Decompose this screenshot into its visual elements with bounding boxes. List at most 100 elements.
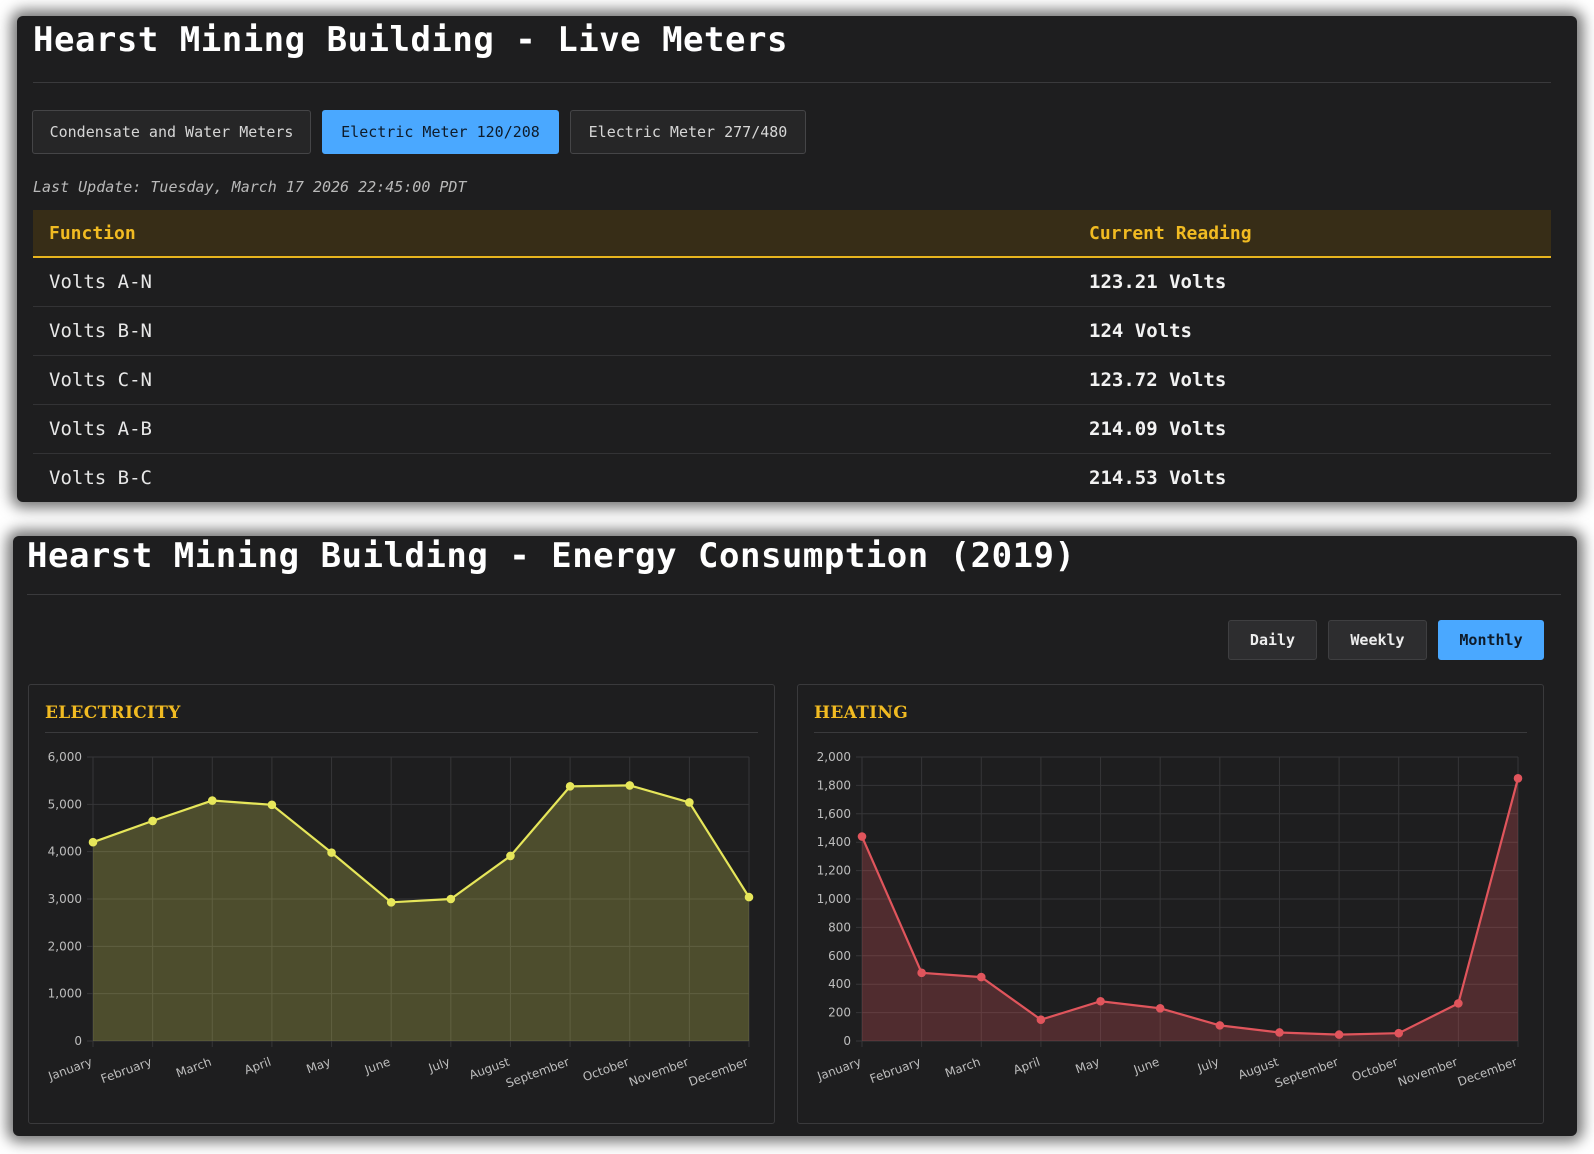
- y-tick-label: 4,000: [48, 845, 82, 859]
- data-point: [1275, 1028, 1284, 1037]
- data-point: [857, 832, 867, 841]
- table-row: Volts A-B 214.09 Volts: [33, 405, 1551, 454]
- data-point: [1036, 1015, 1046, 1025]
- data-point: [1394, 1028, 1404, 1038]
- data-point: [88, 837, 98, 847]
- data-point: [506, 851, 515, 861]
- data-point: [565, 782, 575, 791]
- heating-chart-card: HEATING 0 200 400 600 800 1,000 1,200 1,400 1,60…: [797, 684, 1544, 1124]
- y-tick-label: 6,000: [48, 750, 82, 764]
- x-tick-label: December: [1456, 1055, 1519, 1089]
- energy-consumption-panel: Hearst Mining Building - Energy Consumpt…: [13, 536, 1577, 1136]
- title-divider: [27, 594, 1561, 595]
- reading-cell: 214.09 Volts: [1089, 418, 1227, 440]
- y-tick-label: 600: [828, 949, 851, 963]
- tab-condensate-water-meters[interactable]: Condensate and Water Meters: [32, 110, 311, 154]
- x-tick-label: June: [362, 1055, 392, 1077]
- data-point: [446, 894, 456, 904]
- x-tick-label: May: [304, 1055, 332, 1077]
- x-tick-label: July: [1195, 1055, 1221, 1076]
- data-point: [207, 796, 217, 805]
- last-update-text: Last Update: Tuesday, March 17 2026 22:4…: [33, 178, 467, 196]
- reading-cell: 214.53 Volts: [1089, 467, 1227, 489]
- x-tick-label: September: [504, 1055, 571, 1091]
- title-divider: [33, 82, 1551, 83]
- data-point: [625, 781, 635, 790]
- y-tick-label: 2,000: [48, 939, 82, 953]
- y-tick-label: 1,000: [48, 987, 82, 1001]
- y-tick-label: 200: [828, 1006, 851, 1020]
- x-tick-label: October: [1350, 1055, 1400, 1085]
- y-tick-label: 5,000: [48, 797, 82, 811]
- table-row: Volts B-C 214.53 Volts: [33, 454, 1551, 502]
- live-meters-panel: Hearst Mining Building - Live Meters Con…: [17, 16, 1577, 502]
- x-tick-label: January: [46, 1055, 94, 1084]
- data-point: [1334, 1030, 1344, 1039]
- data-point: [685, 798, 694, 807]
- y-tick-label: 2,000: [817, 750, 851, 764]
- function-cell: Volts B-C: [49, 467, 152, 489]
- series-area: [93, 785, 749, 1041]
- data-point: [327, 848, 336, 857]
- x-tick-label: December: [687, 1055, 750, 1089]
- y-tick-label: 0: [843, 1034, 851, 1048]
- x-tick-label: March: [174, 1055, 213, 1081]
- electricity-chart: 0 1,000 2,000 3,000 4,000 5,000 6,000 January Fe…: [46, 750, 754, 1091]
- y-tick-label: 400: [828, 977, 851, 991]
- data-point: [267, 800, 277, 810]
- x-tick-label: October: [581, 1055, 631, 1085]
- reading-cell: 123.21 Volts: [1089, 271, 1227, 293]
- period-weekly-button[interactable]: Weekly: [1328, 620, 1427, 660]
- x-tick-label: July: [426, 1055, 452, 1076]
- y-tick-label: 1,000: [817, 892, 851, 906]
- y-tick-label: 1,800: [817, 778, 851, 792]
- series-area: [862, 778, 1518, 1041]
- header-function: Function: [49, 222, 136, 244]
- y-tick-label: 800: [828, 920, 851, 934]
- x-tick-label: January: [815, 1055, 863, 1084]
- table-row: Volts A-N 123.21 Volts: [33, 258, 1551, 307]
- x-tick-label: April: [1011, 1055, 1042, 1078]
- reading-cell: 124 Volts: [1089, 320, 1192, 342]
- header-current-reading: Current Reading: [1089, 222, 1252, 244]
- data-point: [1215, 1021, 1225, 1030]
- data-point: [1454, 999, 1463, 1008]
- table-header: Function Current Reading: [33, 210, 1551, 258]
- y-tick-label: 3,000: [48, 892, 82, 906]
- meter-readings-table: Function Current Reading Volts A-N 123.2…: [33, 210, 1551, 502]
- data-point: [1513, 774, 1523, 783]
- x-tick-label: May: [1073, 1055, 1101, 1077]
- data-point: [148, 816, 157, 826]
- tab-electric-meter-277-480[interactable]: Electric Meter 277/480: [570, 110, 806, 154]
- electricity-chart-card: ELECTRICITY 0 1,000 2,000 3,000 4,000 5,000 6,…: [28, 684, 775, 1124]
- live-meters-title: Hearst Mining Building - Live Meters: [33, 20, 788, 60]
- y-tick-label: 1,400: [817, 835, 851, 849]
- x-tick-label: March: [943, 1055, 982, 1081]
- function-cell: Volts B-N: [49, 320, 152, 342]
- table-row: Volts B-N 124 Volts: [33, 307, 1551, 356]
- tab-electric-meter-120-208[interactable]: Electric Meter 120/208: [322, 110, 559, 154]
- x-tick-label: April: [242, 1055, 273, 1078]
- y-tick-label: 0: [74, 1034, 82, 1048]
- x-tick-label: September: [1273, 1055, 1340, 1091]
- x-tick-label: June: [1131, 1055, 1161, 1077]
- data-point: [1155, 1004, 1165, 1013]
- heating-chart: 0 200 400 600 800 1,000 1,200 1,400 1,600 1,800 2,…: [815, 750, 1523, 1091]
- data-point: [744, 892, 754, 902]
- function-cell: Volts A-N: [49, 271, 152, 293]
- period-daily-button[interactable]: Daily: [1228, 620, 1317, 660]
- y-tick-label: 1,600: [817, 807, 851, 821]
- data-point: [976, 972, 986, 982]
- period-monthly-button[interactable]: Monthly: [1438, 620, 1544, 660]
- function-cell: Volts A-B: [49, 418, 152, 440]
- data-point: [386, 898, 396, 907]
- x-tick-label: February: [99, 1055, 154, 1086]
- data-point: [917, 968, 926, 978]
- table-row: Volts C-N 123.72 Volts: [33, 356, 1551, 405]
- y-tick-label: 1,200: [817, 864, 851, 878]
- x-tick-label: February: [868, 1055, 923, 1086]
- reading-cell: 123.72 Volts: [1089, 369, 1227, 391]
- x-tick-label: November: [627, 1055, 691, 1090]
- energy-consumption-title: Hearst Mining Building - Energy Consumpt…: [27, 536, 1076, 576]
- function-cell: Volts C-N: [49, 369, 152, 391]
